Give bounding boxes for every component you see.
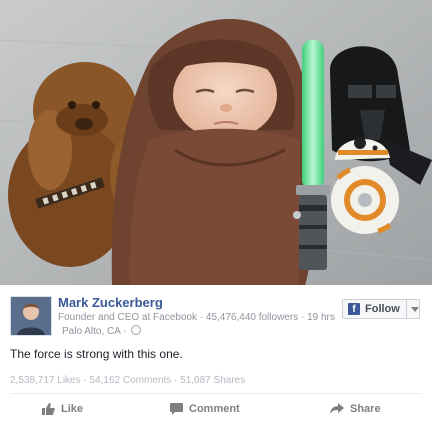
like-label: Like xyxy=(61,403,84,415)
post-stats: 2,538,717 Likes · 54,162 Comments · 51,0… xyxy=(10,375,246,386)
location-line: Palo Alto, CA · xyxy=(62,325,142,337)
globe-icon xyxy=(131,325,142,335)
thumbs-up-icon xyxy=(42,403,55,415)
post-actions: Like Comment Share xyxy=(0,403,432,425)
share-label: Share xyxy=(350,403,381,415)
chevron-down-icon[interactable] xyxy=(410,306,419,312)
post-photo[interactable] xyxy=(0,0,432,285)
follow-divider xyxy=(405,300,407,318)
like-button[interactable]: Like xyxy=(42,403,83,415)
follow-label: Follow xyxy=(365,303,400,315)
comment-bubble-icon xyxy=(170,403,183,415)
post-location[interactable]: Palo Alto, CA xyxy=(62,326,120,337)
author-title: Founder and CEO at Facebook xyxy=(58,312,197,323)
follow-button[interactable]: f Follow xyxy=(342,299,420,319)
profile-photo-icon xyxy=(11,297,51,335)
divider xyxy=(10,393,422,394)
facebook-f-icon: f xyxy=(348,303,360,315)
author-subline: Founder and CEO at Facebook · 45,476,440… xyxy=(58,312,335,323)
share-arrow-icon xyxy=(330,403,344,414)
post-card: Mark Zuckerberg Founder and CEO at Faceb… xyxy=(0,285,432,434)
avatar[interactable] xyxy=(10,296,52,336)
likes-count[interactable]: 2,538,717 Likes xyxy=(10,375,81,386)
post-message: The force is strong with this one. xyxy=(10,347,183,361)
comment-label: Comment xyxy=(189,403,240,415)
comments-count[interactable]: 54,162 Comments xyxy=(90,375,172,386)
shares-count[interactable]: 51,087 Shares xyxy=(180,375,245,386)
share-button[interactable]: Share xyxy=(330,403,381,415)
photo-illustration xyxy=(0,0,432,285)
author-name[interactable]: Mark Zuckerberg xyxy=(58,295,163,310)
post-time[interactable]: 19 hrs xyxy=(307,312,335,323)
comment-button[interactable]: Comment xyxy=(170,403,240,415)
follower-count: 45,476,440 followers xyxy=(205,312,299,323)
